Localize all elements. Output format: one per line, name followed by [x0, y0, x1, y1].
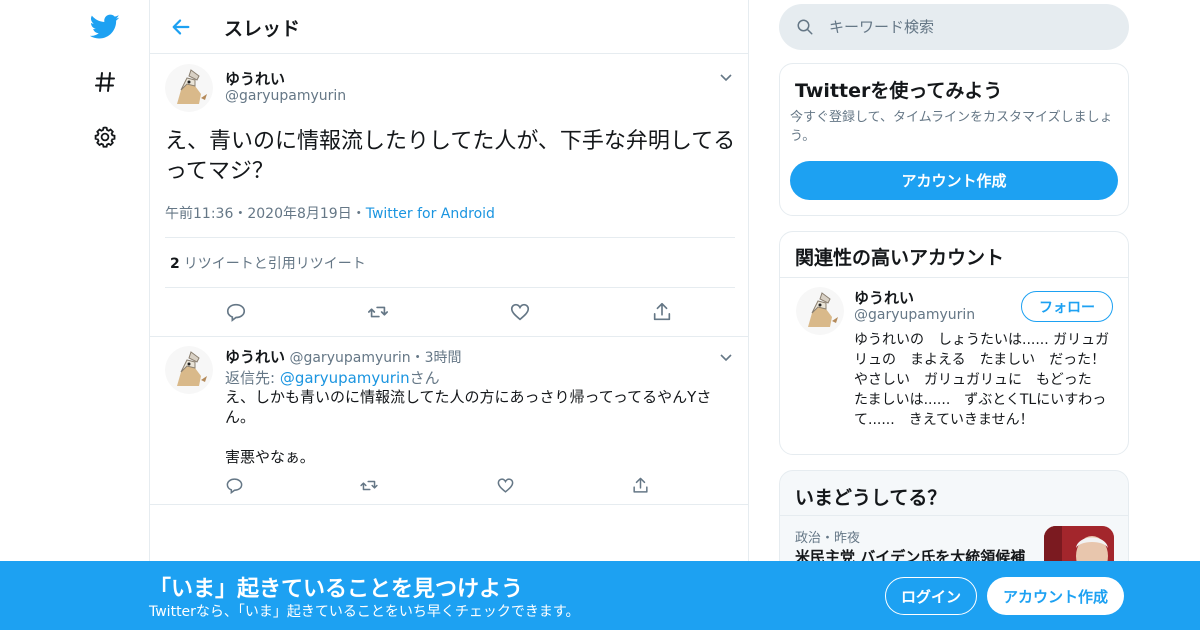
- login-button[interactable]: ログイン: [885, 577, 977, 615]
- tweet-text: え、しかも青いのに情報流してた人の方にあっさり帰ってってるやんYさん。 害悪やな…: [225, 388, 712, 466]
- separator-dot: ・: [410, 350, 425, 366]
- gear-icon[interactable]: [90, 122, 120, 152]
- page-title: スレッド: [224, 18, 301, 40]
- card-title: Twitterを使ってみよう: [795, 80, 1003, 102]
- trend-category: 政治: [795, 531, 822, 546]
- avatar[interactable]: [165, 64, 213, 112]
- reply-icon[interactable]: [224, 300, 248, 324]
- search-box[interactable]: [779, 4, 1129, 50]
- replying-to-link[interactable]: @garyupamyurin: [280, 369, 410, 387]
- author-name[interactable]: ゆうれい: [225, 68, 285, 89]
- signup-bar-subtitle: Twitterなら、「いま」起きていることをいち早くチェックできます。: [149, 604, 580, 620]
- card-title: いまどうしてる？: [795, 487, 947, 509]
- signup-button[interactable]: アカウント作成: [987, 577, 1124, 615]
- avatar[interactable]: [796, 287, 844, 335]
- tweet-metadata: 午前11:36・2020年8月19日・Twitter for Android: [165, 203, 495, 223]
- account-handle[interactable]: @garyupamyurin: [854, 307, 975, 323]
- related-accounts-card: 関連性の高いアカウント ゆうれい @garyupamyurin フォロー ゆうれ…: [779, 231, 1129, 455]
- search-input[interactable]: [829, 16, 1109, 38]
- tweet-text: え、青いのに情報流したりしてた人が、下手な弁明してるってマジ？: [165, 129, 736, 184]
- arrow-left-icon[interactable]: [168, 14, 194, 40]
- separator-dot: ・: [821, 531, 835, 546]
- reply-header: ゆうれい @garyupamyurin・3時間: [225, 346, 462, 367]
- chevron-down-icon[interactable]: [718, 349, 734, 365]
- replying-to-suffix: さん: [409, 369, 440, 387]
- follow-button[interactable]: フォロー: [1021, 291, 1113, 322]
- tweet-source-link[interactable]: Twitter for Android: [366, 206, 495, 222]
- divider: [165, 237, 735, 238]
- divider: [150, 336, 748, 337]
- retweet-label: リツイートと引用リツイート: [183, 256, 366, 272]
- author-name[interactable]: ゆうれい: [225, 348, 285, 366]
- search-icon: [795, 17, 815, 37]
- hashtag-icon[interactable]: [90, 67, 120, 97]
- bottom-signup-bar: 「いま」起きていることを見つけよう Twitterなら、「いま」起きていることを…: [0, 561, 1200, 630]
- author-handle[interactable]: @garyupamyurin: [289, 350, 410, 366]
- tweet-time[interactable]: 3時間: [425, 350, 462, 366]
- divider: [780, 277, 1128, 278]
- left-nav: [0, 0, 150, 630]
- account-name[interactable]: ゆうれい: [854, 287, 914, 308]
- separator-dot: ・: [351, 206, 366, 222]
- chevron-down-icon[interactable]: [718, 69, 734, 85]
- main-column: スレッド ゆうれい @garyupamyurin え、青いのに情報流したりしてた…: [149, 0, 749, 630]
- signup-bar-title: 「いま」起きていることを見つけよう: [149, 577, 524, 602]
- card-title: 関連性の高いアカウント: [795, 247, 1005, 269]
- trend-time: 昨夜: [834, 531, 861, 546]
- thread-header: スレッド: [150, 0, 748, 54]
- card-subtitle: 今すぐ登録して、タイムラインをカスタマイズしましょう。: [790, 110, 1113, 144]
- retweet-icon[interactable]: [357, 473, 381, 497]
- signup-card: Twitterを使ってみよう 今すぐ登録して、タイムラインをカスタマイズしましょ…: [779, 63, 1129, 216]
- reply-icon[interactable]: [222, 473, 246, 497]
- share-icon[interactable]: [628, 473, 652, 497]
- tweet-date[interactable]: 2020年8月19日: [247, 206, 351, 222]
- retweet-icon[interactable]: [366, 300, 390, 324]
- tweet-time[interactable]: 午前11:36: [165, 206, 233, 222]
- replying-to: 返信先: @garyupamyurinさん: [225, 367, 440, 388]
- retweet-stats[interactable]: 2 リツイートと引用リツイート: [170, 253, 366, 273]
- like-icon[interactable]: [493, 473, 517, 497]
- avatar[interactable]: [165, 346, 213, 394]
- like-icon[interactable]: [508, 300, 532, 324]
- divider: [150, 504, 748, 505]
- share-icon[interactable]: [650, 300, 674, 324]
- create-account-button[interactable]: アカウント作成: [790, 161, 1118, 200]
- twitter-bird-icon[interactable]: [90, 12, 120, 42]
- author-handle[interactable]: @garyupamyurin: [225, 88, 346, 104]
- account-bio: ゆうれいの しょうたいは...... ガリュガリュの まよえる たましい だった…: [854, 332, 1110, 428]
- divider: [165, 287, 735, 288]
- retweet-count: 2: [170, 256, 180, 272]
- replying-to-label: 返信先:: [225, 369, 280, 387]
- trend-meta: 政治・昨夜: [795, 527, 860, 546]
- separator-dot: ・: [233, 206, 248, 222]
- divider: [780, 515, 1128, 516]
